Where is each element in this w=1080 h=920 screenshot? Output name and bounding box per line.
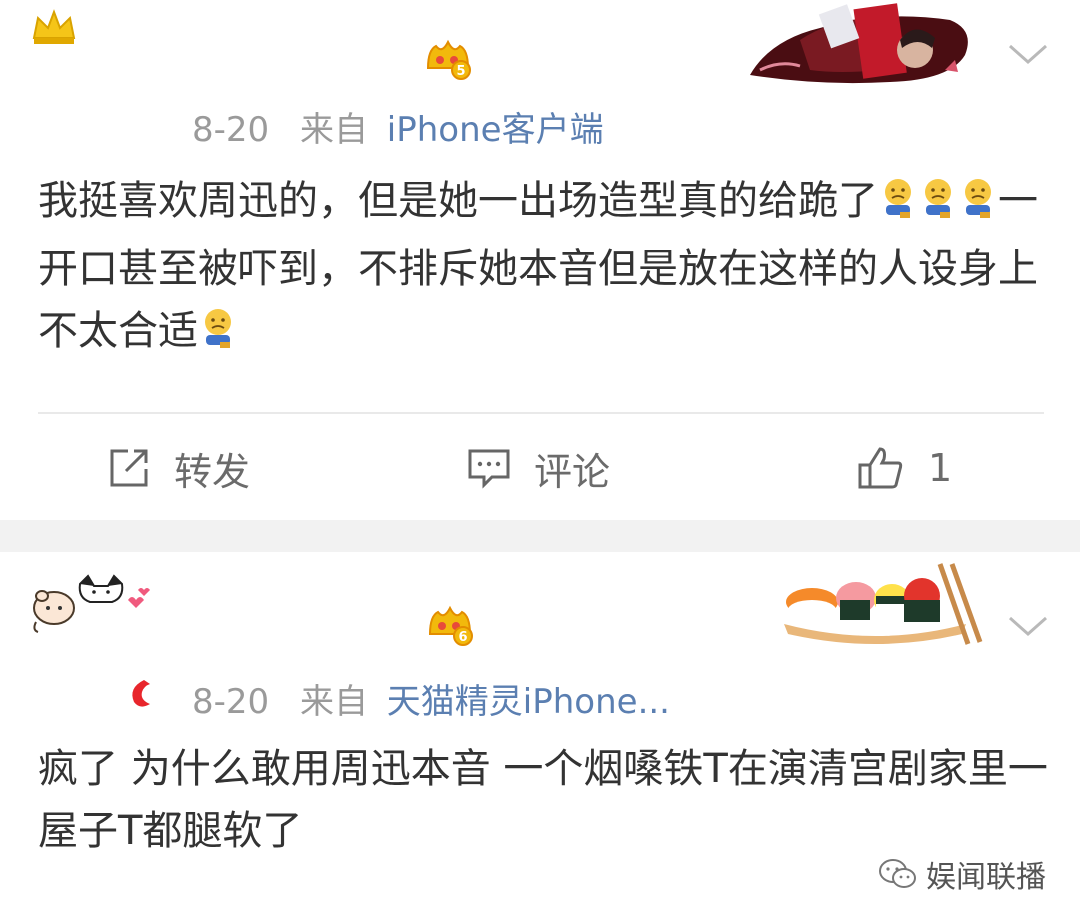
weibo-post-1: 5 8-20 来自 iPhone客户端 我挺喜欢周迅的，但是她一出场造型真的给跪… — [0, 0, 1080, 520]
post-date: 8-20 — [192, 110, 270, 150]
comment-button[interactable]: 评论 — [466, 428, 610, 508]
feed-separator — [0, 520, 1080, 552]
wechat-watermark: 娱闻联播 — [878, 852, 1046, 896]
wechat-logo-icon — [879, 859, 916, 888]
post-action-bar: 转发 评论 1 — [0, 428, 1080, 508]
post-meta: 8-20 来自 天猫精灵iPhone... — [192, 674, 670, 723]
repost-label: 转发 — [174, 449, 251, 494]
sad-face-emoji-icon — [880, 176, 916, 238]
like-button[interactable]: 1 — [856, 428, 952, 508]
post-content: 疯了 为什么敢用周迅本音 一个烟嗓铁T在演清宫剧家里一屋子T都腿软了 — [38, 746, 1048, 854]
member-crown-badge: 6 — [426, 602, 474, 652]
member-crown-badge: 5 — [424, 36, 472, 86]
client-source-link[interactable]: iPhone客户端 — [387, 110, 604, 150]
post-content: 我挺喜欢周迅的，但是她一出场造型真的给跪了 一开口甚至被吓到，不排斥她本音但是放在… — [38, 170, 1048, 368]
like-count: 1 — [928, 446, 953, 490]
repost-button[interactable]: 转发 — [106, 428, 250, 508]
cute-animals-sticker — [33, 574, 150, 633]
sad-face-emoji-icon — [920, 176, 956, 238]
client-source-link[interactable]: 天猫精灵iPhone... — [387, 682, 670, 722]
post-content-part-1: 我挺喜欢周迅的，但是她一出场造型真的给跪了 — [38, 178, 878, 224]
sad-face-emoji-icon — [960, 176, 996, 238]
post-divider — [38, 412, 1044, 414]
post-meta: 8-20 来自 iPhone客户端 — [192, 102, 604, 151]
sushi-sticker — [784, 563, 983, 645]
sad-face-emoji-icon — [200, 306, 236, 368]
post-date: 8-20 — [192, 682, 270, 722]
comment-label: 评论 — [534, 449, 611, 494]
crown-level-number: 5 — [456, 64, 465, 79]
chevron-down-icon[interactable] — [1006, 40, 1050, 68]
from-label: 来自 — [299, 682, 368, 722]
red-flame-logo-icon — [132, 680, 150, 707]
thumbs-up-icon — [858, 447, 903, 489]
watermark-text: 娱闻联播 — [926, 860, 1046, 895]
from-label: 来自 — [299, 110, 368, 150]
repost-icon — [110, 449, 148, 487]
chevron-down-icon[interactable] — [1006, 612, 1050, 640]
small-crown-decoration-icon — [32, 9, 76, 44]
crown-level-number: 6 — [458, 630, 467, 645]
decorative-card-sticker — [750, 3, 968, 84]
comment-icon — [468, 449, 510, 489]
